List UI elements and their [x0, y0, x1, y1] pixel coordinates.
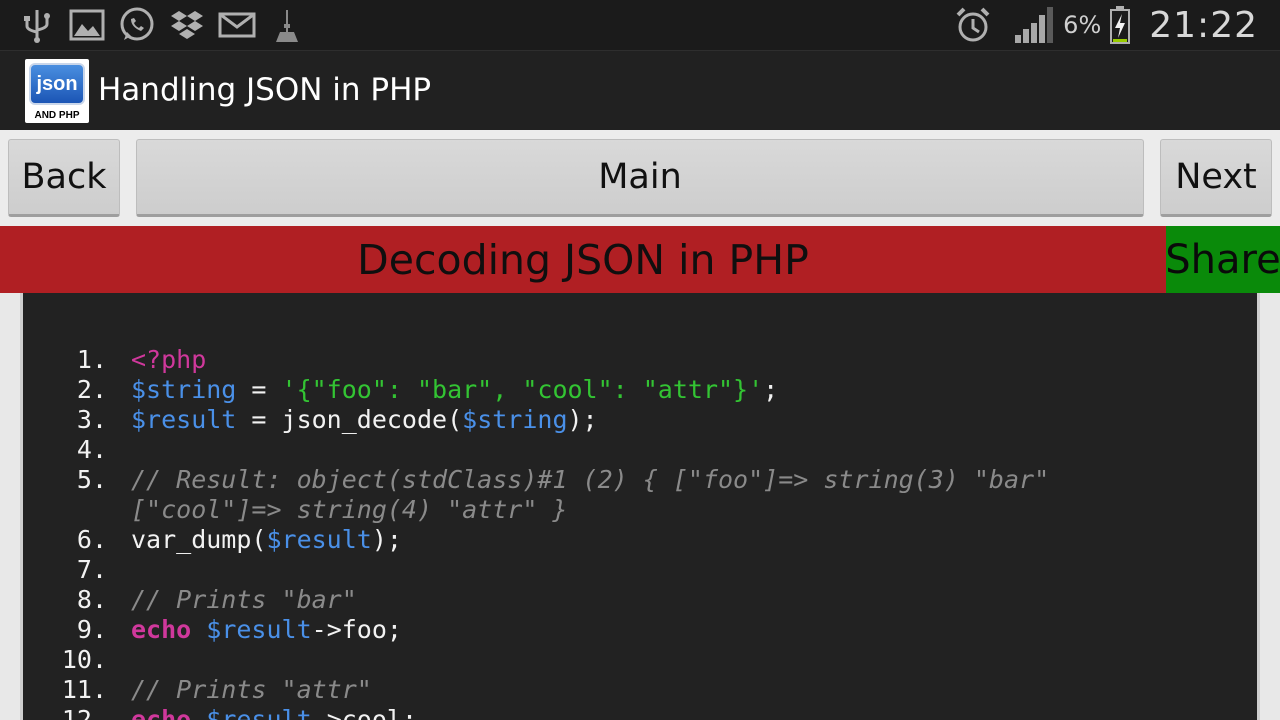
code-token: // Prints "attr"	[131, 675, 372, 704]
clock: 21:22	[1149, 4, 1258, 46]
code-token: echo	[131, 615, 192, 644]
battery-charging-icon	[1109, 5, 1131, 45]
code-block[interactable]: 1. <?php 2. $string = '{"foo": "bar", "cool…	[20, 293, 1260, 720]
code-frame: 1. <?php 2. $string = '{"foo": "bar", "cool…	[0, 293, 1280, 720]
code-token: ;	[763, 375, 779, 404]
code-lines: 1. <?php 2. $string = '{"foo": "bar", "cool…	[23, 345, 1257, 720]
mail-icon	[218, 6, 256, 44]
section-title: Decoding JSON in PHP	[0, 226, 1166, 293]
code-token: = json_decode(	[236, 405, 463, 434]
code-text: $result = json_decode($string);	[131, 405, 598, 435]
code-token: $result	[131, 405, 237, 434]
code-text: var_dump($result);	[131, 525, 402, 555]
line-number: 1.	[76, 345, 107, 374]
code-token: ->cool;	[311, 705, 417, 720]
line-number: 2.	[76, 375, 107, 404]
code-token: $result	[206, 615, 312, 644]
notification-icons	[18, 4, 306, 46]
code-text: // Result: object(stdClass)#1 (2) { ["fo…	[131, 465, 1111, 525]
code-token: ->foo;	[311, 615, 402, 644]
code-token: $result	[206, 705, 312, 720]
battery-percent: 6%	[1063, 11, 1102, 39]
code-token: var_dump(	[131, 525, 267, 554]
app-logo: json AND PHP	[25, 59, 89, 123]
code-line: 8. // Prints "bar"	[23, 585, 1257, 615]
code-line: 7.	[23, 555, 1257, 585]
code-token: );	[371, 525, 402, 554]
line-number: 8.	[76, 585, 107, 614]
action-bar: json AND PHP Handling JSON in PHP	[0, 50, 1280, 130]
upload-icon	[268, 6, 306, 44]
code-token: =	[236, 375, 282, 404]
line-number: 6.	[76, 525, 107, 554]
code-line: 9. echo $result->foo;	[23, 615, 1257, 645]
code-token: // Result: object(stdClass)#1 (2) { ["fo…	[131, 465, 1065, 524]
code-text: $string = '{"foo": "bar", "cool": "attr"…	[131, 375, 778, 405]
code-line: 2. $string = '{"foo": "bar", "cool": "att…	[23, 375, 1257, 405]
status-right: 6% 21:22	[953, 0, 1258, 50]
line-number: 12.	[61, 705, 107, 720]
signal-icon	[1013, 5, 1055, 45]
code-text: <?php	[131, 345, 206, 375]
code-token: );	[567, 405, 598, 434]
code-text: // Prints "bar"	[131, 585, 357, 615]
gallery-icon	[68, 6, 106, 44]
app-title: Handling JSON in PHP	[98, 72, 432, 108]
alarm-icon	[953, 5, 993, 45]
next-button[interactable]: Next	[1160, 139, 1272, 217]
line-number: 9.	[76, 615, 107, 644]
line-number: 4.	[76, 435, 107, 464]
code-line: 1. <?php	[23, 345, 1257, 375]
code-token: $result	[266, 525, 372, 554]
logo-text: json	[36, 73, 78, 95]
code-line: 12. echo $result->cool;	[23, 705, 1257, 720]
code-token: // Prints "bar"	[131, 585, 357, 614]
share-button[interactable]: Share	[1166, 226, 1280, 293]
usb-icon	[18, 6, 56, 44]
code-line: 5. // Result: object(stdClass)#1 (2) { ["…	[23, 465, 1257, 525]
line-number: 11.	[61, 675, 107, 704]
code-token: echo	[131, 705, 192, 720]
line-number: 5.	[76, 465, 107, 494]
logo-subtext: AND PHP	[34, 110, 80, 121]
line-number: 10.	[61, 645, 107, 674]
code-line: 11. // Prints "attr"	[23, 675, 1257, 705]
code-token: '{"foo": "bar", "cool": "attr"}'	[281, 375, 764, 404]
main-button[interactable]: Main	[136, 139, 1144, 217]
dropbox-icon	[168, 6, 206, 44]
code-line: 3. $result = json_decode($string);	[23, 405, 1257, 435]
status-bar: 6% 21:22	[0, 0, 1280, 50]
line-number: 3.	[76, 405, 107, 434]
back-button[interactable]: Back	[8, 139, 120, 217]
code-token: $string	[462, 405, 568, 434]
code-line: 10.	[23, 645, 1257, 675]
code-text: // Prints "attr"	[131, 675, 372, 705]
nav-bar: Back Main Next	[0, 130, 1280, 226]
code-token: $string	[131, 375, 237, 404]
code-text: echo $result->cool;	[131, 705, 417, 720]
code-line: 4.	[23, 435, 1257, 465]
code-line: 6. var_dump($result);	[23, 525, 1257, 555]
line-number: 7.	[76, 555, 107, 584]
code-token: <?php	[131, 345, 207, 374]
code-text: echo $result->foo;	[131, 615, 402, 645]
whatsapp-icon	[118, 6, 156, 44]
